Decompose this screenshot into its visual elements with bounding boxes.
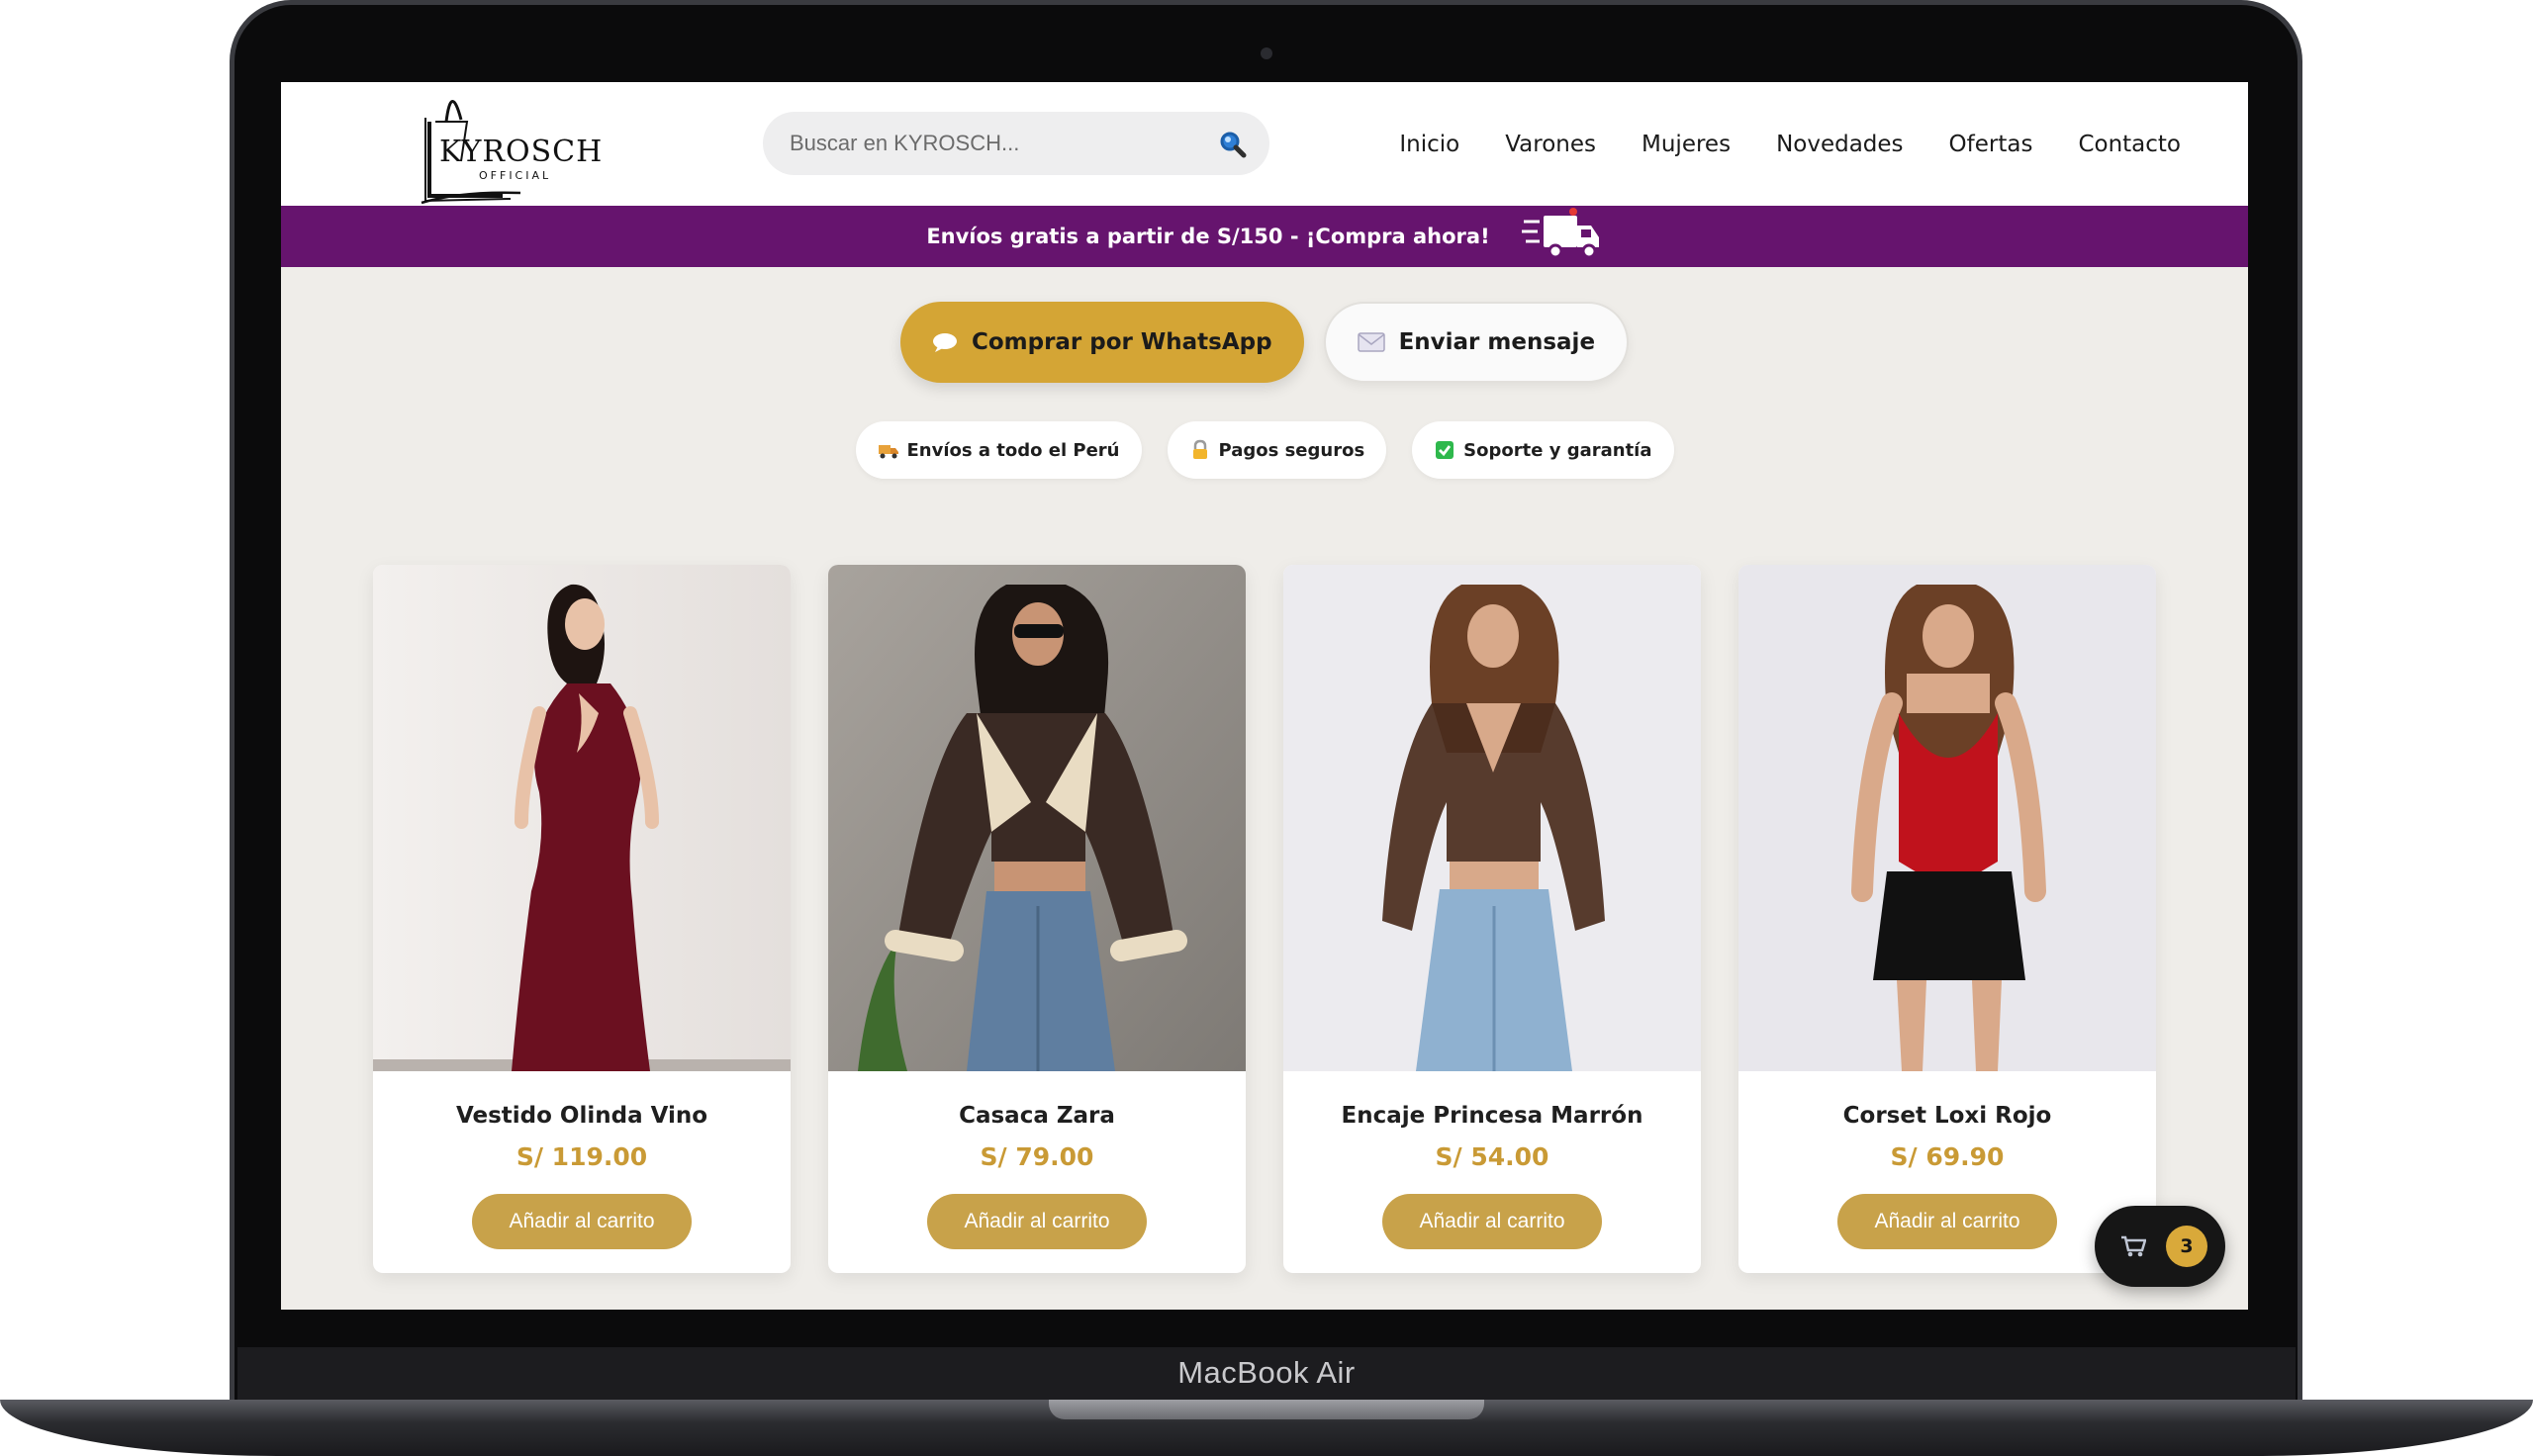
feature-badges: Envíos a todo el Perú Pagos seguros Sopo… xyxy=(281,421,2248,479)
send-message-button[interactable]: Enviar mensaje xyxy=(1323,302,1630,383)
product-name[interactable]: Vestido Olinda Vino xyxy=(373,1103,791,1129)
feature-label-payments: Pagos seguros xyxy=(1218,439,1365,461)
browser-screen: KYROSCH OFFICIAL Inicio Varones Mujeres … xyxy=(281,82,2248,1310)
nav-novedades[interactable]: Novedades xyxy=(1776,132,1903,157)
product-card[interactable]: Corset Loxi Rojo S/ 69.90 Añadir al carr… xyxy=(1738,565,2156,1273)
feature-label-shipping: Envíos a todo el Perú xyxy=(906,439,1120,461)
main-nav: Inicio Varones Mujeres Novedades Ofertas… xyxy=(1399,82,2181,206)
truck-icon xyxy=(878,445,898,459)
floating-cart-button[interactable]: 3 xyxy=(2095,1206,2225,1287)
promo-banner: Envíos gratis a partir de S/150 - ¡Compr… xyxy=(281,206,2248,267)
chat-bubble-icon xyxy=(932,333,957,352)
product-grid: Vestido Olinda Vino S/ 119.00 Añadir al … xyxy=(373,565,2164,1273)
delivery-truck-icon xyxy=(1521,208,1599,259)
add-to-cart-button[interactable]: Añadir al carrito xyxy=(927,1194,1147,1249)
search-bar xyxy=(763,112,1269,175)
camera-icon xyxy=(1261,47,1272,59)
feature-label-support: Soporte y garantía xyxy=(1463,439,1652,461)
whatsapp-button-label: Comprar por WhatsApp xyxy=(971,329,1272,355)
add-to-cart-button[interactable]: Añadir al carrito xyxy=(1382,1194,1602,1249)
send-message-label: Enviar mensaje xyxy=(1398,329,1596,355)
promo-text: Envíos gratis a partir de S/150 - ¡Compr… xyxy=(926,225,1490,248)
product-image[interactable] xyxy=(828,565,1246,1071)
laptop-hinge-notch xyxy=(1049,1400,1484,1419)
nav-inicio[interactable]: Inicio xyxy=(1399,132,1459,157)
laptop-mockup: KYROSCH OFFICIAL Inicio Varones Mujeres … xyxy=(0,0,2533,1456)
product-price: S/ 54.00 xyxy=(1435,1142,1549,1171)
site-header: KYROSCH OFFICIAL Inicio Varones Mujeres … xyxy=(281,82,2248,206)
brand-logo[interactable]: KYROSCH OFFICIAL xyxy=(392,82,605,206)
feature-badge-shipping: Envíos a todo el Perú xyxy=(855,421,1142,479)
nav-mujeres[interactable]: Mujeres xyxy=(1642,132,1731,157)
product-price: S/ 69.90 xyxy=(1890,1142,2005,1171)
checkmark-icon xyxy=(1436,441,1454,459)
cta-buttons: Comprar por WhatsApp Enviar mensaje xyxy=(281,302,2248,383)
nav-contacto[interactable]: Contacto xyxy=(2078,132,2181,157)
product-image[interactable] xyxy=(1738,565,2156,1071)
search-icon[interactable] xyxy=(1218,130,1248,159)
cart-count-badge: 3 xyxy=(2166,1226,2207,1267)
add-to-cart-button[interactable]: Añadir al carrito xyxy=(472,1194,692,1249)
product-name[interactable]: Casaca Zara xyxy=(828,1103,1246,1129)
feature-badge-support: Soporte y garantía xyxy=(1412,421,1674,479)
envelope-icon xyxy=(1357,332,1385,352)
device-model-label: MacBook Air xyxy=(1177,1355,1356,1390)
nav-ofertas[interactable]: Ofertas xyxy=(1949,132,2033,157)
product-card[interactable]: Vestido Olinda Vino S/ 119.00 Añadir al … xyxy=(373,565,791,1273)
svg-text:OFFICIAL: OFFICIAL xyxy=(479,169,551,182)
product-name[interactable]: Encaje Princesa Marrón xyxy=(1283,1103,1701,1129)
product-card[interactable]: Encaje Princesa Marrón S/ 54.00 Añadir a… xyxy=(1283,565,1701,1273)
feature-badge-payments: Pagos seguros xyxy=(1167,421,1387,479)
svg-text:KYROSCH: KYROSCH xyxy=(439,135,603,169)
nav-varones[interactable]: Varones xyxy=(1505,132,1596,157)
product-name[interactable]: Corset Loxi Rojo xyxy=(1738,1103,2156,1129)
product-price: S/ 79.00 xyxy=(980,1142,1094,1171)
search-input[interactable] xyxy=(790,112,1205,175)
lock-icon xyxy=(1192,439,1207,459)
product-image[interactable] xyxy=(373,565,791,1071)
add-to-cart-button[interactable]: Añadir al carrito xyxy=(1837,1194,2057,1249)
cart-icon xyxy=(2121,1235,2146,1257)
product-card[interactable]: Casaca Zara S/ 79.00 Añadir al carrito xyxy=(828,565,1246,1273)
product-image[interactable] xyxy=(1283,565,1701,1071)
whatsapp-button[interactable]: Comprar por WhatsApp xyxy=(899,302,1304,383)
product-price: S/ 119.00 xyxy=(516,1142,648,1171)
